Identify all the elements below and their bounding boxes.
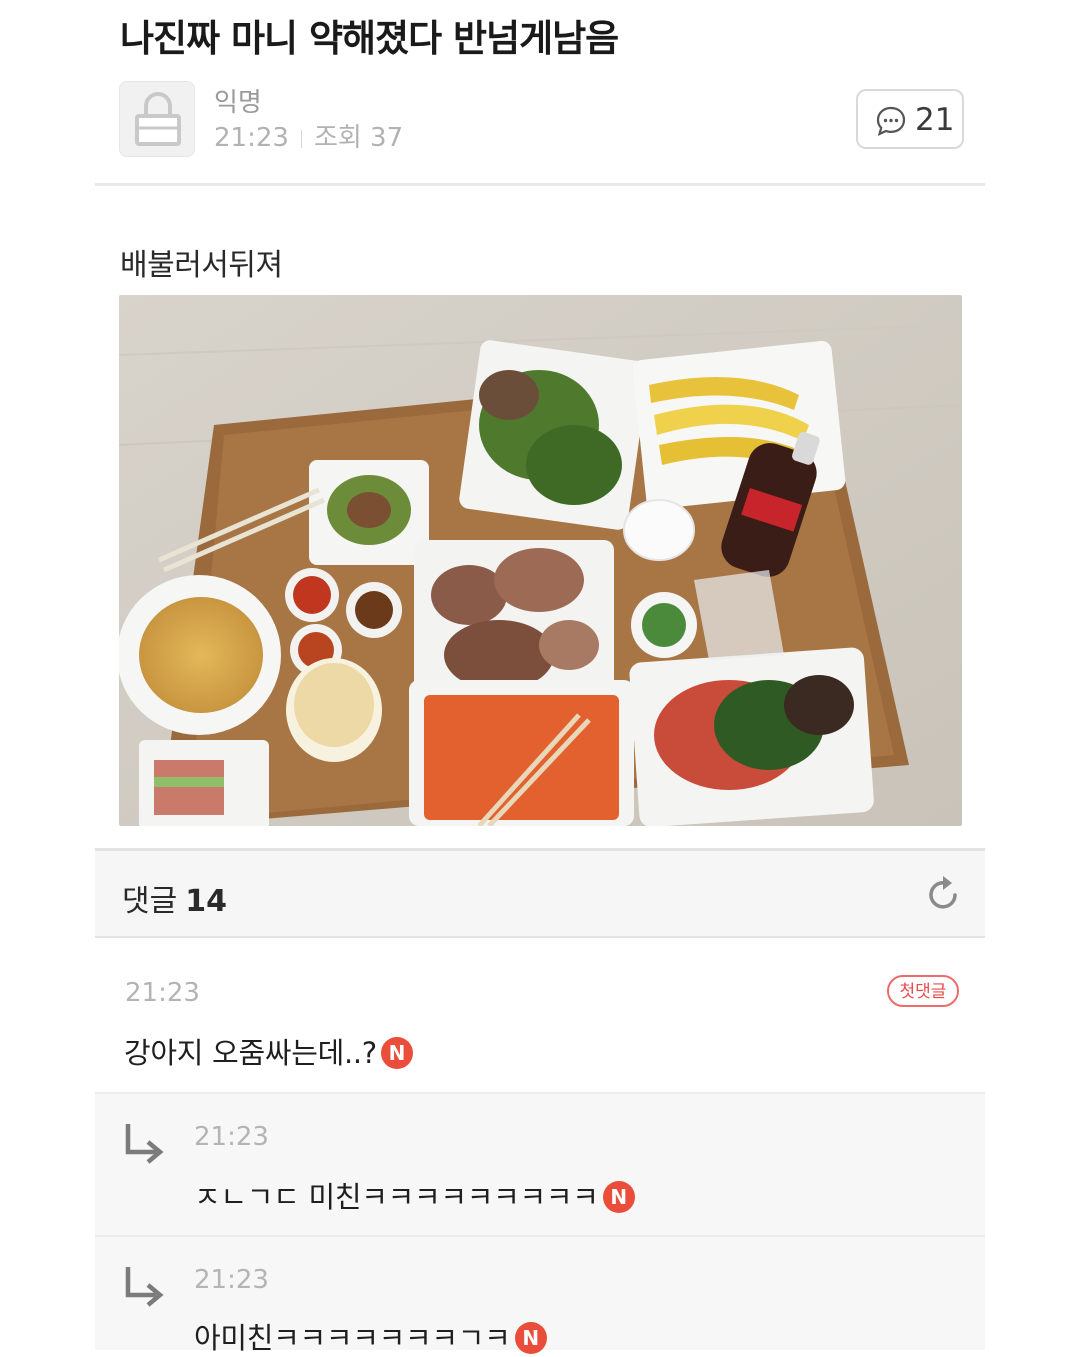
new-badge: N bbox=[602, 1181, 635, 1213]
reply-item[interactable]: 21:23 아미친ㅋㅋㅋㅋㅋㅋㅋㄱㅋ N bbox=[95, 1237, 985, 1355]
food-table-photo[interactable] bbox=[119, 295, 962, 826]
comments-title: 댓글 bbox=[122, 884, 178, 919]
comments-count: 14 bbox=[185, 884, 227, 919]
photo-illustration bbox=[119, 295, 962, 826]
reply-arrow-icon bbox=[125, 1267, 164, 1307]
new-badge: N bbox=[514, 1322, 547, 1354]
first-comment-badge: 첫댓글 bbox=[887, 975, 959, 1007]
post-meta: 21:23 조회 37 bbox=[214, 117, 403, 154]
post-time: 21:23 bbox=[214, 123, 289, 153]
refresh-icon[interactable] bbox=[927, 873, 963, 913]
comment-time: 21:23 bbox=[125, 978, 200, 1008]
header-divider bbox=[95, 183, 985, 186]
author-name: 익명 bbox=[214, 88, 262, 118]
reply-time: 21:23 bbox=[194, 1265, 269, 1295]
meta-separator bbox=[300, 129, 302, 148]
reply-text-wrap: 아미친ㅋㅋㅋㅋㅋㅋㅋㄱㅋ N bbox=[194, 1315, 547, 1357]
comments-header: 댓글 14 bbox=[95, 848, 985, 938]
post-screen: 나진짜 마니 약해졌다 반넘게남음 익명 21:23 조회 37 21 배불러서뒤… bbox=[95, 0, 985, 1355]
reply-time: 21:23 bbox=[194, 1122, 269, 1152]
comment-text: 강아지 오줌싸는데..? bbox=[124, 1036, 377, 1070]
reply-text: ㅈㄴㄱㄷ 미친ㅋㅋㅋㅋㅋㅋㅋㅋㅋ bbox=[194, 1180, 599, 1214]
new-badge: N bbox=[380, 1037, 413, 1069]
comment-count: 21 bbox=[915, 102, 955, 138]
comment-text-wrap: 강아지 오줌싸는데..? N bbox=[124, 1030, 413, 1072]
post-body: 배불러서뒤져 bbox=[120, 248, 283, 283]
post-title: 나진짜 마니 약해졌다 반넘게남음 bbox=[120, 17, 619, 60]
comment-item[interactable]: 21:23 첫댓글 강아지 오줌싸는데..? N bbox=[95, 938, 985, 1094]
post-views: 조회 37 bbox=[313, 123, 404, 153]
reply-item[interactable]: 21:23 ㅈㄴㄱㄷ 미친ㅋㅋㅋㅋㅋㅋㅋㅋㅋ N bbox=[95, 1094, 985, 1237]
reply-text-wrap: ㅈㄴㄱㄷ 미친ㅋㅋㅋㅋㅋㅋㅋㅋㅋ N bbox=[194, 1174, 635, 1216]
comment-count-button[interactable]: 21 bbox=[856, 89, 964, 149]
lock-icon bbox=[135, 92, 181, 146]
speech-bubble-icon bbox=[876, 106, 906, 136]
author-avatar bbox=[119, 81, 195, 157]
comments-label: 댓글 14 bbox=[122, 876, 227, 920]
reply-arrow-icon bbox=[125, 1124, 164, 1164]
